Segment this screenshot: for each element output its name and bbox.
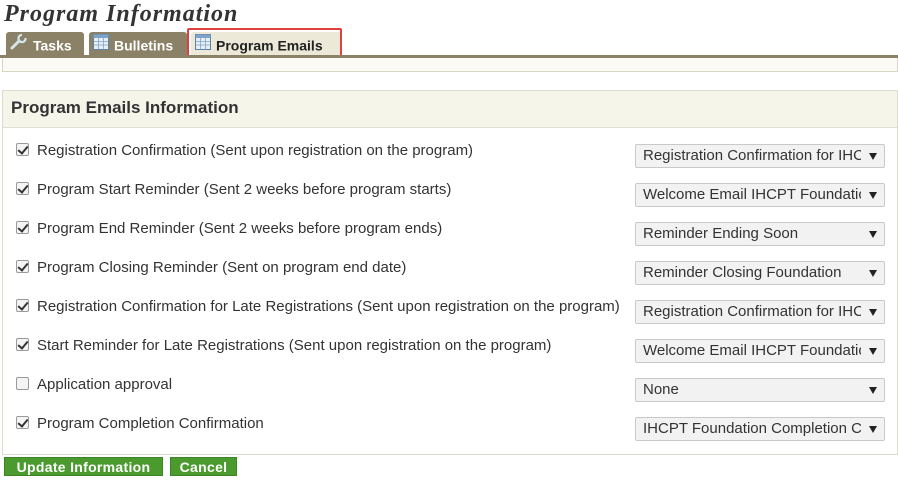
select-value: Registration Confirmation for IHCPT Foun… <box>643 303 861 320</box>
email-template-select[interactable]: Registration Confirmation for IHCPT Foun… <box>635 144 885 168</box>
dropdown-arrow-icon <box>869 270 877 277</box>
row-label: Program End Reminder (Sent 2 weeks befor… <box>37 220 443 237</box>
checkbox[interactable] <box>16 221 29 234</box>
select-value: Registration Confirmation for IHCPT Foun… <box>643 147 861 164</box>
row-label: Application approval <box>37 376 173 393</box>
email-template-select[interactable]: IHCPT Foundation Completion Confirmation <box>635 417 885 441</box>
email-row-program-closing-reminder: Program Closing Reminder (Sent on progra… <box>3 259 897 298</box>
wrench-icon <box>10 33 28 57</box>
tab-tasks[interactable]: Tasks <box>6 32 84 56</box>
tab-content-strip <box>2 58 898 72</box>
checkbox[interactable] <box>16 377 29 390</box>
row-label: Program Start Reminder (Sent 2 weeks bef… <box>37 181 452 198</box>
email-row-application-approval: Application approval None <box>3 376 897 415</box>
panel-heading: Program Emails Information <box>3 91 897 128</box>
tab-tasks-label: Tasks <box>33 37 72 54</box>
checkbox[interactable] <box>16 299 29 312</box>
dropdown-arrow-icon <box>869 192 877 199</box>
select-value: Reminder Closing Foundation <box>643 264 842 281</box>
checkbox[interactable] <box>16 416 29 429</box>
dropdown-arrow-icon <box>869 231 877 238</box>
tab-bulletins-label: Bulletins <box>114 37 174 54</box>
dropdown-arrow-icon <box>869 309 877 316</box>
program-emails-panel: Program Emails Information Registration … <box>2 90 898 455</box>
dropdown-arrow-icon <box>869 426 877 433</box>
email-row-program-start-reminder: Program Start Reminder (Sent 2 weeks bef… <box>3 181 897 220</box>
email-row-late-start-reminder: Start Reminder for Late Registrations (S… <box>3 337 897 376</box>
dropdown-arrow-icon <box>869 153 877 160</box>
checkbox[interactable] <box>16 143 29 156</box>
checkbox[interactable] <box>16 338 29 351</box>
dropdown-arrow-icon <box>869 387 877 394</box>
select-value: IHCPT Foundation Completion Confirmation <box>643 420 861 437</box>
checkbox[interactable] <box>16 260 29 273</box>
email-template-select[interactable]: Reminder Closing Foundation <box>635 261 885 285</box>
select-value: Reminder Ending Soon <box>643 225 799 242</box>
email-template-select[interactable]: Welcome Email IHCPT Foundation <box>635 339 885 363</box>
checkbox[interactable] <box>16 182 29 195</box>
row-label: Program Completion Confirmation <box>37 415 264 432</box>
email-template-select[interactable]: Registration Confirmation for IHCPT Foun… <box>635 300 885 324</box>
email-row-program-end-reminder: Program End Reminder (Sent 2 weeks befor… <box>3 220 897 259</box>
row-label: Registration Confirmation for Late Regis… <box>37 298 620 315</box>
email-row-late-registration-confirmation: Registration Confirmation for Late Regis… <box>3 298 897 337</box>
cancel-button[interactable]: Cancel <box>170 457 237 476</box>
dropdown-arrow-icon <box>869 348 877 355</box>
tab-bulletins[interactable]: Bulletins <box>89 32 187 56</box>
email-template-select[interactable]: Welcome Email IHCPT Foundation <box>635 183 885 207</box>
select-value: Welcome Email IHCPT Foundation <box>643 186 861 203</box>
table-icon <box>93 33 109 57</box>
email-row-registration-confirmation: Registration Confirmation (Sent upon reg… <box>3 142 897 181</box>
select-value: Welcome Email IHCPT Foundation <box>643 342 861 359</box>
email-template-select[interactable]: Reminder Ending Soon <box>635 222 885 246</box>
select-value: None <box>643 381 679 398</box>
update-information-button[interactable]: Update Information <box>4 457 163 476</box>
email-row-program-completion: Program Completion Confirmation IHCPT Fo… <box>3 415 897 454</box>
email-template-select[interactable]: None <box>635 378 885 402</box>
row-label: Start Reminder for Late Registrations (S… <box>37 337 552 354</box>
page-title: Program Information <box>4 1 239 27</box>
row-label: Registration Confirmation (Sent upon reg… <box>37 142 474 159</box>
row-label: Program Closing Reminder (Sent on progra… <box>37 259 407 276</box>
